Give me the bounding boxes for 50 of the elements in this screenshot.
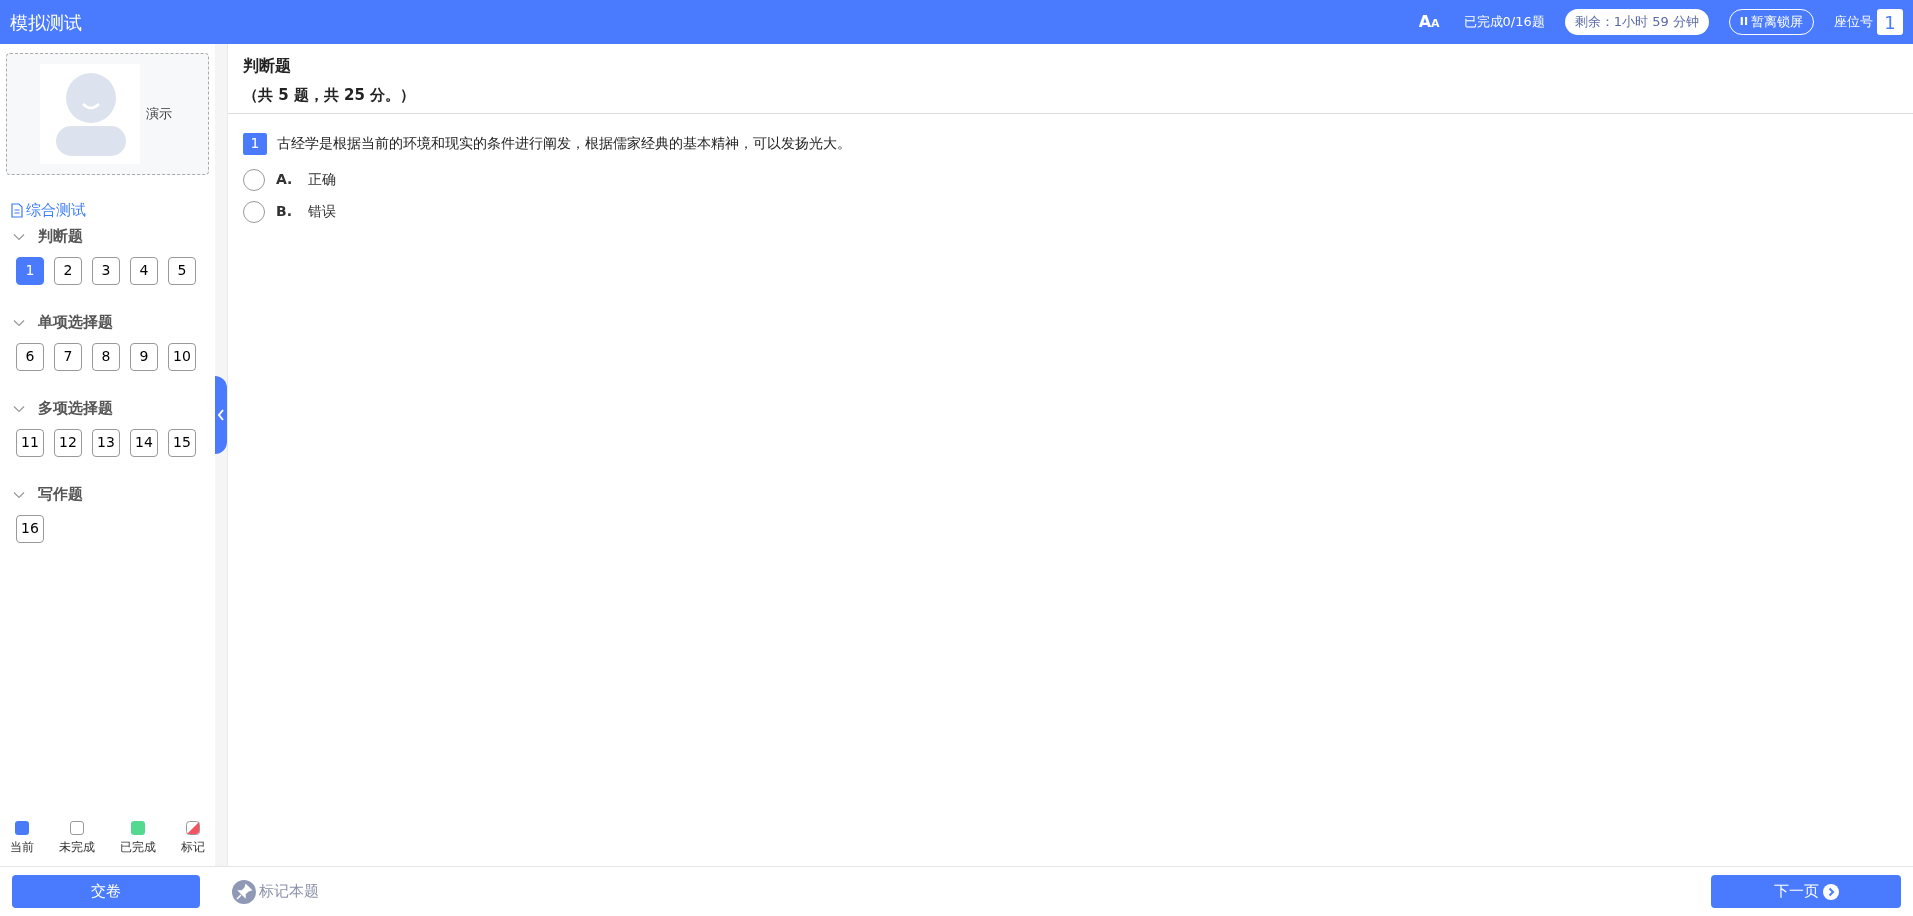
submit-button[interactable]: 交卷 (12, 875, 200, 908)
question-number[interactable]: 2 (54, 256, 82, 285)
section-header[interactable]: 判断题 (12, 223, 215, 250)
question-number[interactable]: 8 (92, 342, 120, 371)
question-number-badge: 1 (243, 132, 267, 155)
student-name: 演示 (146, 105, 172, 124)
legend-label: 已完成 (120, 839, 156, 856)
pin-icon (232, 879, 256, 904)
question-number[interactable]: 1 (16, 256, 44, 285)
section-summary: （共 5 题，共 25 分。） (243, 85, 417, 106)
next-page-button[interactable]: 下一页 (1711, 875, 1901, 908)
section-header[interactable]: 多项选择题 (12, 395, 215, 422)
question-number[interactable]: 10 (168, 342, 196, 371)
question-number[interactable]: 4 (130, 256, 158, 285)
question-number[interactable]: 11 (16, 428, 44, 457)
paper-title[interactable]: 综合测试 (26, 199, 86, 222)
collapse-sidebar-tab[interactable] (215, 376, 227, 454)
legend-label: 标记 (181, 839, 205, 856)
question-number[interactable]: 7 (54, 342, 82, 371)
document-icon (11, 202, 23, 218)
font-size-button[interactable]: AA (1418, 10, 1440, 34)
window-title: 模拟测试 (10, 10, 82, 35)
chevron-left-icon (217, 408, 225, 422)
option-letter: A. (276, 170, 294, 189)
question-number[interactable]: 6 (16, 342, 44, 371)
section-header[interactable]: 写作题 (12, 481, 215, 508)
avatar-icon (40, 64, 140, 164)
progress-text: 已完成0/16题 (1463, 13, 1545, 32)
seat-label: 座位号 (1834, 13, 1873, 32)
radio-button[interactable] (243, 200, 265, 223)
question-number[interactable]: 5 (168, 256, 196, 285)
remaining-time: 剩余：1小时 59 分钟 (1564, 9, 1709, 35)
question-number[interactable]: 14 (130, 428, 158, 457)
option-text: 正确 (308, 170, 336, 189)
legend-label: 未完成 (59, 839, 95, 856)
question-number[interactable]: 9 (130, 342, 158, 371)
question-number[interactable]: 12 (54, 428, 82, 457)
section-title: 判断题 (243, 55, 292, 77)
question-number[interactable]: 13 (92, 428, 120, 457)
chevron-circle-icon (1822, 883, 1839, 900)
question-text: 古经学是根据当前的环境和现实的条件进行阐发，根据儒家经典的基本精神，可以发扬光大。 (277, 134, 851, 153)
question-number[interactable]: 16 (16, 514, 44, 543)
question-number[interactable]: 15 (168, 428, 196, 457)
section-header[interactable]: 单项选择题 (12, 309, 215, 336)
question-number[interactable]: 3 (92, 256, 120, 285)
option-text: 错误 (308, 202, 336, 221)
legend-label: 当前 (10, 839, 34, 856)
radio-button[interactable] (243, 168, 265, 191)
option-letter: B. (276, 202, 293, 221)
seat-number: 1 (1877, 9, 1903, 35)
